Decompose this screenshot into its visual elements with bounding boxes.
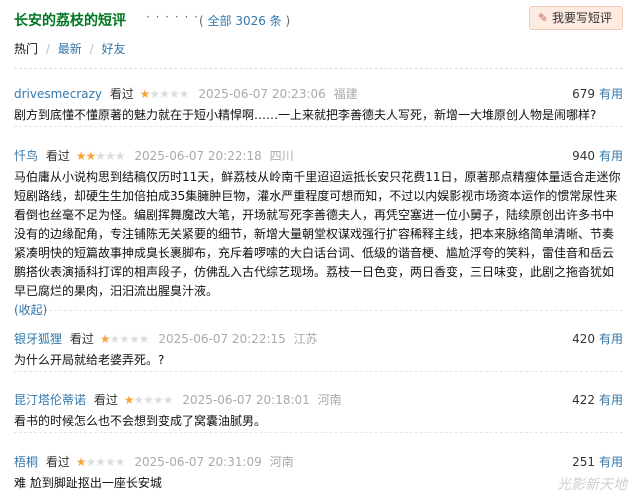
- star-empty-icon: ★: [95, 455, 106, 469]
- star-empty-icon: ★: [149, 87, 160, 101]
- star-empty-icon: ★: [162, 393, 174, 407]
- all-reviews-link[interactable]: 全部 3026 条: [208, 14, 282, 28]
- review-time: 2025-06-07 20:31:09: [134, 455, 262, 469]
- star-empty-icon: ★: [168, 87, 180, 101]
- vote-box: 679 有用: [572, 84, 623, 104]
- review-username[interactable]: 昆汀塔伦蒂诺: [14, 393, 86, 407]
- review-content: 剧方到底懂不懂原著的魅力就在于短小精悍啊……一上来就把李善德夫人写死，新增一大堆…: [14, 108, 597, 122]
- vote-box: 940 有用: [572, 146, 623, 166]
- review-item: 昆汀塔伦蒂诺 看过 ★★★★★ 2025-06-07 20:18:01 河南 4…: [14, 390, 623, 433]
- rating-stars: ★★★★★: [75, 149, 126, 163]
- star-empty-icon: ★: [114, 149, 126, 163]
- tab-latest[interactable]: 最新: [58, 42, 82, 56]
- vote-count: 420: [572, 332, 595, 346]
- review-username[interactable]: 梧桐: [14, 455, 38, 469]
- watermark: 光影新天地: [557, 477, 627, 493]
- review-content: 为什么开局就给老婆弄死。?: [14, 353, 165, 367]
- star-filled-icon: ★: [139, 87, 151, 101]
- star-empty-icon: ★: [114, 455, 126, 469]
- rating-stars: ★★★★★: [123, 393, 174, 407]
- review-content: 看书的时候怎么也不会想到变成了窝囊油腻男。: [14, 414, 267, 428]
- review-item: 忏鸟 看过 ★★★★★ 2025-06-07 20:22:18 四川 940 有用…: [14, 146, 623, 317]
- header: 长安的荔枝的短评 · · · · · · ( 全部 3026 条 ) ✎ 我要写短…: [14, 6, 623, 34]
- useful-button[interactable]: 有用: [599, 393, 623, 407]
- review-meta: 昆汀塔伦蒂诺 看过 ★★★★★ 2025-06-07 20:18:01 河南 4…: [14, 390, 623, 410]
- review-content: 难 尬到脚趾抠出一座长安城: [14, 476, 162, 490]
- write-review-button[interactable]: ✎ 我要写短评: [528, 6, 623, 30]
- vote-count: 251: [572, 455, 595, 469]
- count-close-paren: ): [285, 14, 291, 28]
- count-open-paren: (: [199, 14, 204, 28]
- pencil-icon: ✎: [537, 11, 548, 25]
- page-title: 长安的荔枝的短评: [14, 13, 126, 29]
- review-location: 江苏: [293, 332, 318, 346]
- rating-stars: ★★★★★: [99, 332, 150, 346]
- useful-button[interactable]: 有用: [599, 332, 623, 346]
- divider: [14, 68, 623, 69]
- watched-status: 看过: [93, 393, 118, 407]
- review-username[interactable]: 银牙狐狸: [14, 332, 62, 346]
- review-time: 2025-06-07 20:22:15: [158, 332, 286, 346]
- watched-status: 看过: [45, 455, 70, 469]
- write-review-label: 我要写短评: [551, 11, 612, 25]
- vote-box: 420 有用: [572, 329, 623, 349]
- star-empty-icon: ★: [138, 332, 150, 346]
- star-empty-icon: ★: [178, 87, 190, 101]
- review-location: 福建: [333, 87, 358, 101]
- star-empty-icon: ★: [143, 393, 154, 407]
- star-empty-icon: ★: [128, 332, 140, 346]
- vote-count: 422: [572, 393, 595, 407]
- star-empty-icon: ★: [133, 393, 144, 407]
- tab-separator: /: [45, 42, 50, 56]
- review-location: 四川: [269, 149, 294, 163]
- vote-box: 251 有用: [572, 452, 623, 472]
- vote-box: 422 有用: [572, 390, 623, 410]
- star-filled-icon: ★: [75, 149, 87, 163]
- review-time: 2025-06-07 20:23:06: [198, 87, 326, 101]
- star-filled-icon: ★: [123, 393, 135, 407]
- review-content: 马伯庸从小说构思到结稿仅历时11天，鲜荔枝从岭南千里迢迢运抵长安只花费11日，原…: [14, 170, 621, 298]
- star-filled-icon: ★: [85, 149, 96, 163]
- star-empty-icon: ★: [104, 455, 116, 469]
- tab-hot[interactable]: 热门: [14, 42, 38, 56]
- review-item: 梧桐 看过 ★★★★★ 2025-06-07 20:31:09 河南 251 有用…: [14, 452, 623, 496]
- review-username[interactable]: drivesmecrazy: [14, 87, 102, 101]
- review-location: 河南: [269, 455, 294, 469]
- review-time: 2025-06-07 20:18:01: [182, 393, 310, 407]
- star-empty-icon: ★: [119, 332, 130, 346]
- star-empty-icon: ★: [159, 87, 170, 101]
- star-empty-icon: ★: [85, 455, 96, 469]
- useful-button[interactable]: 有用: [599, 149, 623, 163]
- sort-tabs: 热门 / 最新 / 好友: [14, 40, 129, 57]
- review-meta: 梧桐 看过 ★★★★★ 2025-06-07 20:31:09 河南 251 有用: [14, 452, 623, 472]
- review-item: 银牙狐狸 看过 ★★★★★ 2025-06-07 20:22:15 江苏 420…: [14, 329, 623, 372]
- rating-stars: ★★★★★: [139, 87, 190, 101]
- review-username[interactable]: 忏鸟: [14, 149, 38, 163]
- review-location: 河南: [317, 393, 342, 407]
- watched-status: 看过: [69, 332, 94, 346]
- useful-button[interactable]: 有用: [599, 455, 623, 469]
- review-meta: 银牙狐狸 看过 ★★★★★ 2025-06-07 20:22:15 江苏 420…: [14, 329, 623, 349]
- watched-status: 看过: [109, 87, 134, 101]
- collapse-link[interactable]: (收起): [14, 301, 623, 320]
- star-empty-icon: ★: [152, 393, 164, 407]
- review-meta: drivesmecrazy 看过 ★★★★★ 2025-06-07 20:23:…: [14, 84, 623, 104]
- tab-friends[interactable]: 好友: [101, 42, 125, 56]
- tab-separator: /: [89, 42, 94, 56]
- rating-stars: ★★★★★: [75, 455, 126, 469]
- vote-count: 679: [572, 87, 595, 101]
- review-count: ( 全部 3026 条 ): [199, 12, 290, 29]
- star-empty-icon: ★: [104, 149, 116, 163]
- watched-status: 看过: [45, 149, 70, 163]
- star-filled-icon: ★: [75, 455, 87, 469]
- star-empty-icon: ★: [95, 149, 106, 163]
- review-meta: 忏鸟 看过 ★★★★★ 2025-06-07 20:22:18 四川 940 有用: [14, 146, 623, 166]
- vote-count: 940: [572, 149, 595, 163]
- useful-button[interactable]: 有用: [599, 87, 623, 101]
- title-dots: · · · · · ·: [146, 10, 199, 24]
- star-empty-icon: ★: [109, 332, 120, 346]
- review-item: drivesmecrazy 看过 ★★★★★ 2025-06-07 20:23:…: [14, 84, 623, 127]
- star-filled-icon: ★: [99, 332, 111, 346]
- review-time: 2025-06-07 20:22:18: [134, 149, 262, 163]
